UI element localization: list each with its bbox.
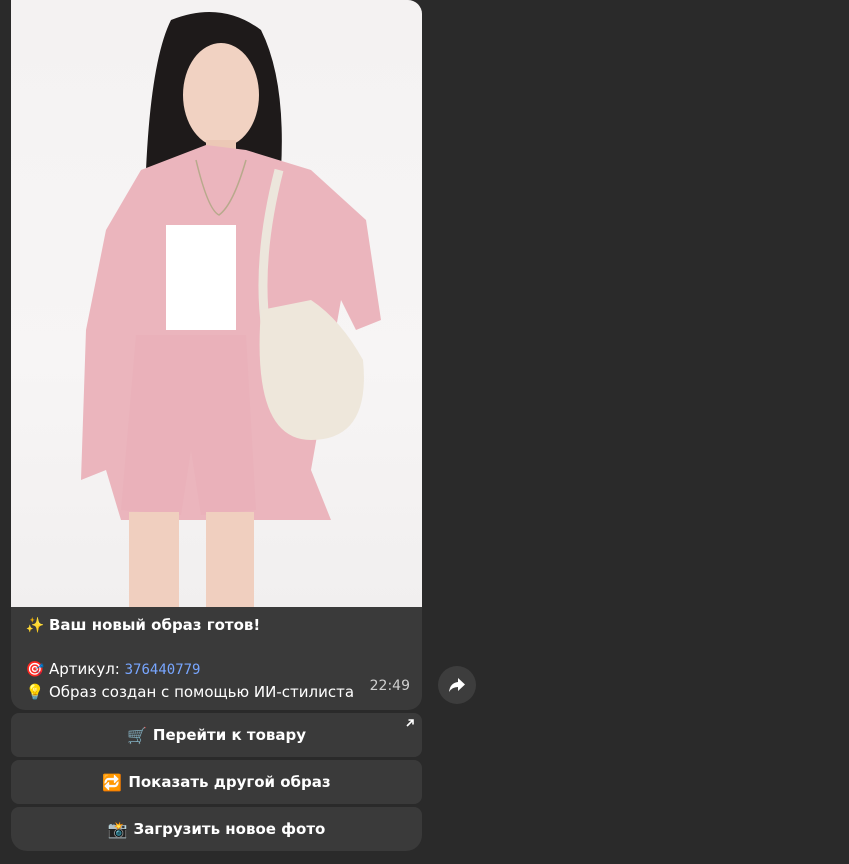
lightbulb-icon: 💡 xyxy=(25,683,45,701)
message-bubble: ✨ Ваш новый образ готов! 🎯 Артикул: 376440… xyxy=(11,0,422,710)
upload-new-photo-label: Загрузить новое фото xyxy=(133,820,326,838)
camera-flash-icon: 📸 xyxy=(107,819,128,839)
sparkles-icon: ✨ xyxy=(25,616,45,634)
message-time: 22:49 xyxy=(369,678,410,694)
external-link-arrow-icon xyxy=(406,719,414,727)
go-to-product-label: Перейти к товару xyxy=(152,726,307,744)
caption-article-line: 🎯 Артикул: 376440779 xyxy=(25,658,408,681)
caption-note-line: 💡 Образ создан с помощью ИИ-стилиста xyxy=(25,681,408,703)
bot-message: ✨ Ваш новый образ готов! 🎯 Артикул: 376440… xyxy=(11,0,422,851)
outfit-photo[interactable] xyxy=(11,0,422,607)
share-button[interactable] xyxy=(438,666,476,704)
caption-title: Ваш новый образ готов! xyxy=(49,616,261,634)
caption-title-line: ✨ Ваш новый образ готов! xyxy=(25,614,408,636)
article-label: Артикул: xyxy=(49,660,125,678)
message-caption: ✨ Ваш новый образ готов! 🎯 Артикул: 376440… xyxy=(11,607,422,703)
go-to-product-button[interactable]: 🛒 Перейти к товару xyxy=(11,713,422,757)
share-arrow-icon xyxy=(449,678,465,692)
caption-note: Образ создан с помощью ИИ-стилиста xyxy=(49,683,355,701)
repeat-icon: 🔁 xyxy=(102,772,123,792)
article-code[interactable]: 376440779 xyxy=(125,662,201,678)
cart-icon: 🛒 xyxy=(126,725,147,745)
outfit-photo-illustration xyxy=(81,12,381,607)
target-icon: 🎯 xyxy=(25,660,45,678)
show-another-outfit-button[interactable]: 🔁 Показать другой образ xyxy=(11,760,422,804)
show-another-outfit-label: Показать другой образ xyxy=(128,773,331,791)
upload-new-photo-button[interactable]: 📸 Загрузить новое фото xyxy=(11,807,422,851)
